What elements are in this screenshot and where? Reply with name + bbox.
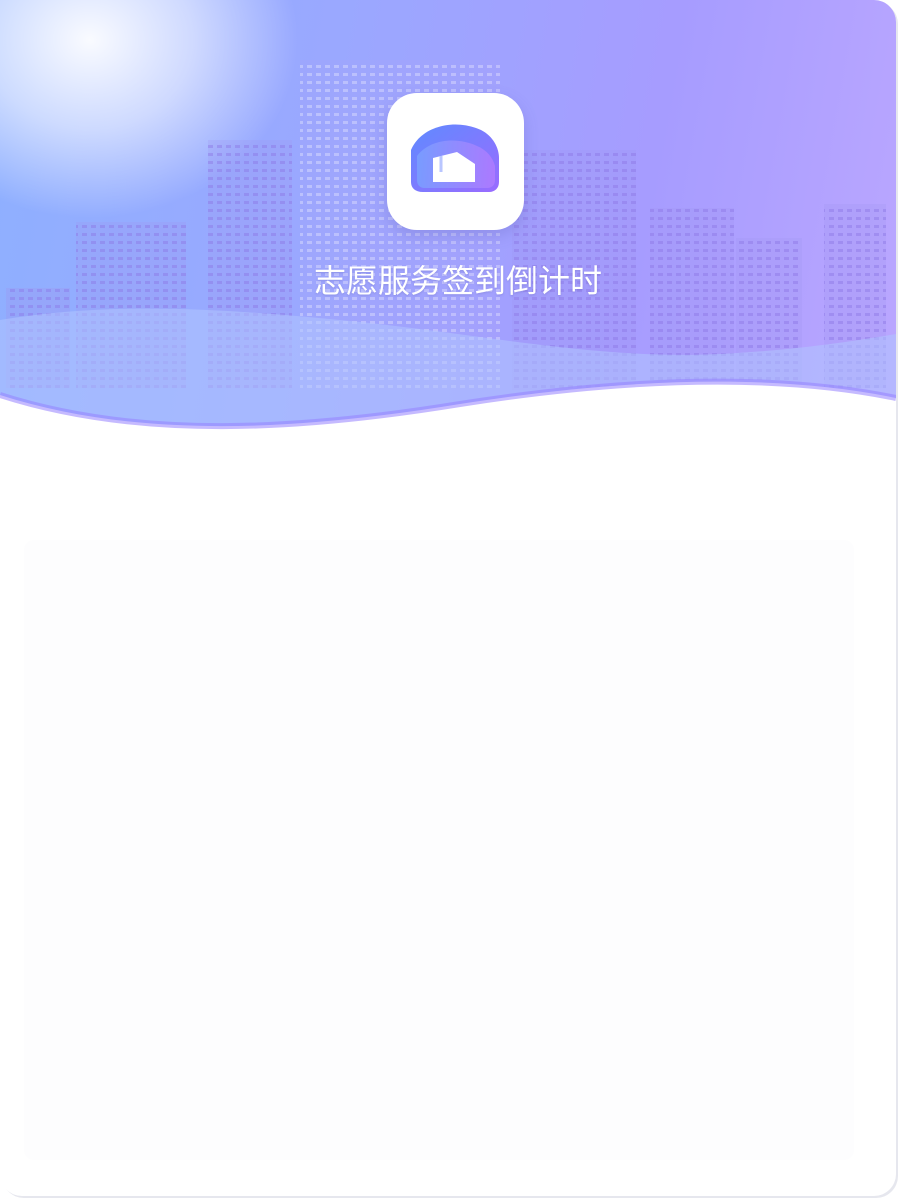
page-title: 志愿服务签到倒计时 — [313, 262, 602, 300]
volunteer-app-logo-icon — [403, 112, 509, 212]
content-area — [24, 540, 854, 1160]
main-card: 志愿服务签到倒计时 — [0, 0, 896, 1196]
page: 志愿服务签到倒计时 — [0, 0, 900, 1200]
app-logo — [387, 93, 524, 230]
header-banner: 志愿服务签到倒计时 — [0, 0, 896, 440]
